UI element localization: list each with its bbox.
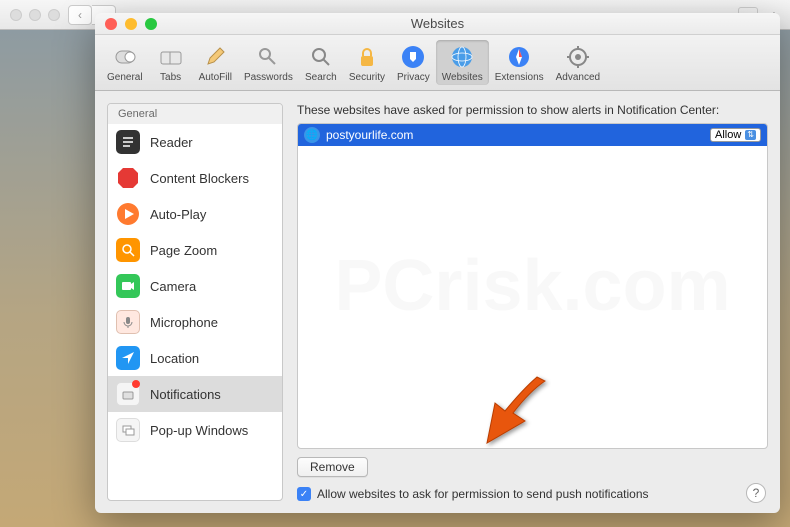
toolbar-label: Tabs bbox=[160, 72, 181, 83]
chevron-updown-icon: ⇅ bbox=[745, 130, 756, 140]
lock-icon bbox=[353, 43, 381, 71]
toolbar-label: Advanced bbox=[556, 72, 600, 83]
toolbar-label: General bbox=[107, 72, 143, 83]
toolbar-label: Privacy bbox=[397, 72, 430, 83]
toolbar-label: Passwords bbox=[244, 72, 293, 83]
toolbar-label: Security bbox=[349, 72, 385, 83]
sidebar-item-microphone[interactable]: Microphone bbox=[108, 304, 282, 340]
toolbar-label: Websites bbox=[442, 72, 483, 83]
sidebar-item-autoplay[interactable]: Auto-Play bbox=[108, 196, 282, 232]
remove-button[interactable]: Remove bbox=[297, 457, 368, 477]
bg-traffic-dot bbox=[48, 9, 60, 21]
toolbar-tabs[interactable]: Tabs bbox=[149, 40, 193, 85]
permission-value: Allow bbox=[715, 129, 741, 141]
preferences-toolbar: General Tabs AutoFill Passwords Search S… bbox=[95, 35, 780, 91]
sidebar-item-label: Pop-up Windows bbox=[150, 423, 248, 438]
camera-icon bbox=[116, 274, 140, 298]
toolbar-search[interactable]: Search bbox=[299, 40, 343, 85]
websites-list[interactable]: 🌐 postyourlife.com Allow ⇅ PCrisk.com bbox=[297, 123, 768, 449]
sidebar-item-camera[interactable]: Camera bbox=[108, 268, 282, 304]
sidebar-item-reader[interactable]: Reader bbox=[108, 124, 282, 160]
bg-traffic-dot bbox=[29, 9, 41, 21]
popup-icon bbox=[116, 418, 140, 442]
toolbar-general[interactable]: General bbox=[101, 40, 149, 85]
toolbar-extensions[interactable]: Extensions bbox=[489, 40, 550, 85]
toolbar-websites[interactable]: Websites bbox=[436, 40, 489, 85]
toolbar-privacy[interactable]: Privacy bbox=[391, 40, 436, 85]
watermark: PCrisk.com bbox=[334, 245, 730, 327]
zoom-icon bbox=[116, 238, 140, 262]
tabs-icon bbox=[157, 43, 185, 71]
gear-icon bbox=[564, 43, 592, 71]
microphone-icon bbox=[116, 310, 140, 334]
toolbar-label: AutoFill bbox=[199, 72, 232, 83]
globe-favicon-icon: 🌐 bbox=[304, 127, 320, 143]
toolbar-label: Search bbox=[305, 72, 337, 83]
sidebar-item-label: Microphone bbox=[150, 315, 218, 330]
sidebar-item-label: Page Zoom bbox=[150, 243, 217, 258]
back-button[interactable]: ‹ bbox=[68, 5, 92, 25]
main-panel: These websites have asked for permission… bbox=[297, 103, 768, 501]
toolbar-autofill[interactable]: AutoFill bbox=[193, 40, 238, 85]
stop-icon bbox=[116, 166, 140, 190]
sidebar-item-label: Camera bbox=[150, 279, 196, 294]
sidebar-item-label: Content Blockers bbox=[150, 171, 249, 186]
website-row[interactable]: 🌐 postyourlife.com Allow ⇅ bbox=[298, 124, 767, 146]
toolbar-passwords[interactable]: Passwords bbox=[238, 40, 299, 85]
sidebar-item-location[interactable]: Location bbox=[108, 340, 282, 376]
compass-icon bbox=[505, 43, 533, 71]
sidebar-item-popup-windows[interactable]: Pop-up Windows bbox=[108, 412, 282, 448]
sidebar-item-label: Location bbox=[150, 351, 199, 366]
pencil-icon bbox=[201, 43, 229, 71]
sidebar-item-label: Reader bbox=[150, 135, 193, 150]
checkbox-label: Allow websites to ask for permission to … bbox=[317, 487, 649, 501]
sidebar-item-page-zoom[interactable]: Page Zoom bbox=[108, 232, 282, 268]
sidebar-item-notifications[interactable]: Notifications bbox=[108, 376, 282, 412]
key-icon bbox=[254, 43, 282, 71]
sidebar-item-label: Auto-Play bbox=[150, 207, 206, 222]
location-icon bbox=[116, 346, 140, 370]
website-domain: postyourlife.com bbox=[326, 128, 413, 142]
sidebar-header: General bbox=[108, 104, 282, 124]
toolbar-label: Extensions bbox=[495, 72, 544, 83]
switch-icon bbox=[111, 43, 139, 71]
content-area: General Reader Content Blockers Auto-Pla… bbox=[95, 91, 780, 513]
toolbar-security[interactable]: Security bbox=[343, 40, 391, 85]
preferences-window: Websites General Tabs AutoFill Passwords… bbox=[95, 13, 780, 513]
allow-checkbox[interactable]: ✓ bbox=[297, 487, 311, 501]
hand-icon bbox=[399, 43, 427, 71]
help-button[interactable]: ? bbox=[746, 483, 766, 503]
reader-icon bbox=[116, 130, 140, 154]
permission-select[interactable]: Allow ⇅ bbox=[710, 128, 761, 142]
toolbar-advanced[interactable]: Advanced bbox=[550, 40, 606, 85]
bg-traffic-dot bbox=[10, 9, 22, 21]
badge-icon bbox=[132, 380, 140, 388]
search-icon bbox=[307, 43, 335, 71]
titlebar: Websites bbox=[95, 13, 780, 35]
play-icon bbox=[116, 202, 140, 226]
description-text: These websites have asked for permission… bbox=[297, 103, 768, 117]
sidebar: General Reader Content Blockers Auto-Pla… bbox=[107, 103, 283, 501]
sidebar-item-content-blockers[interactable]: Content Blockers bbox=[108, 160, 282, 196]
globe-icon bbox=[448, 43, 476, 71]
sidebar-item-label: Notifications bbox=[150, 387, 221, 402]
window-title: Websites bbox=[95, 16, 780, 31]
